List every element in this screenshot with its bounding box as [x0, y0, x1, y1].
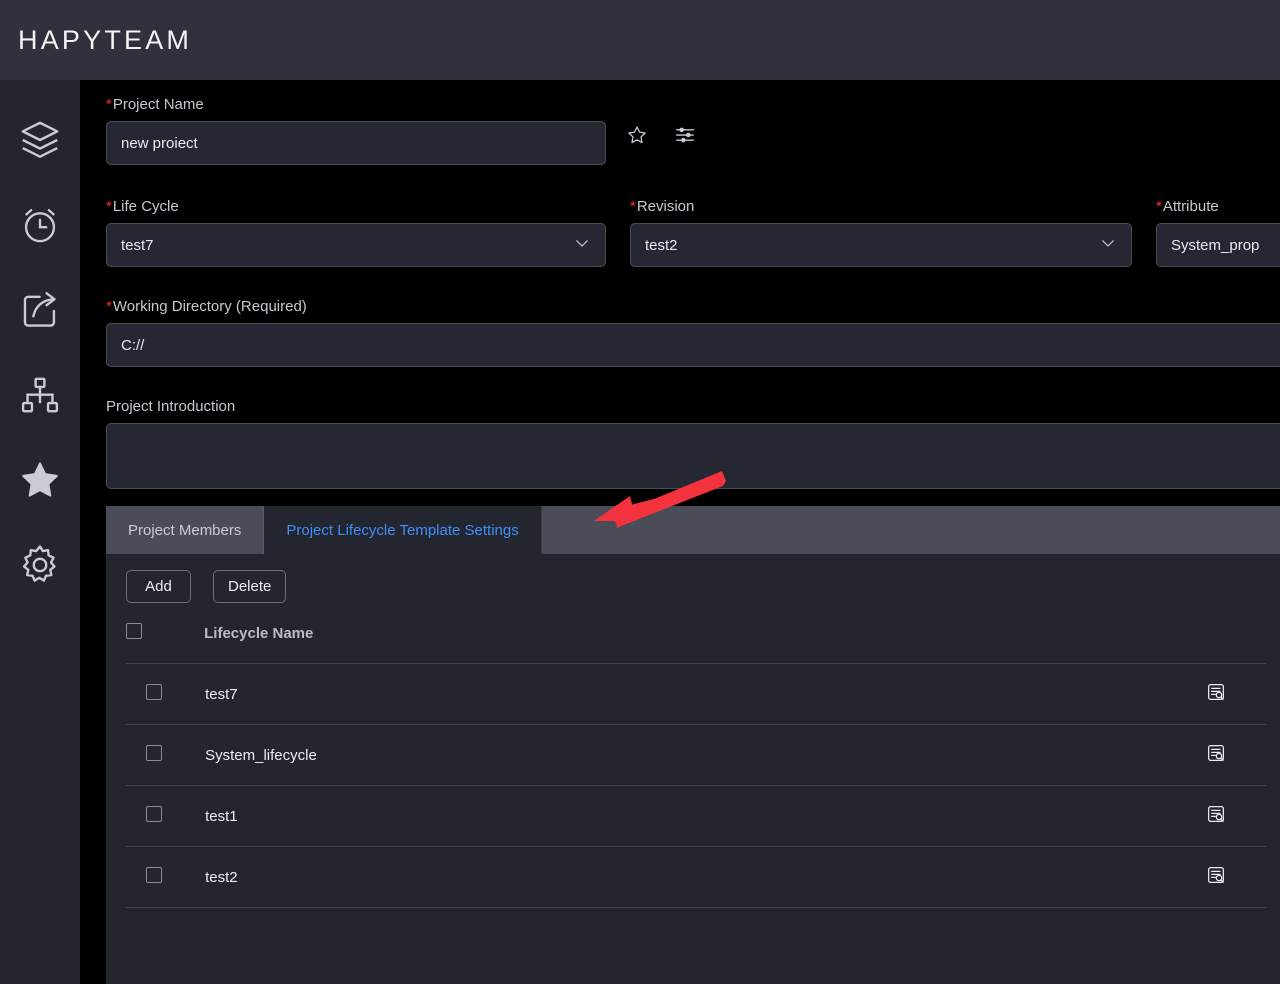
row-checkbox[interactable]: [146, 745, 162, 761]
cell-lifecycle-name: System_lifecycle: [204, 724, 1166, 786]
document-search-icon[interactable]: [1206, 804, 1226, 828]
row-checkbox[interactable]: [146, 684, 162, 700]
add-button[interactable]: Add: [126, 570, 191, 603]
project-introduction-textarea[interactable]: [106, 423, 1280, 489]
table-toolbar: Add Delete: [126, 570, 1260, 603]
sidebar-item-alarm[interactable]: [0, 182, 80, 267]
label-revision: *Revision: [630, 198, 1132, 216]
working-directory-value: C://: [121, 336, 145, 354]
gear-icon: [18, 543, 62, 587]
life-cycle-value: test7: [121, 236, 154, 254]
star-outline-icon[interactable]: [626, 124, 648, 151]
star-filled-icon: [17, 457, 63, 503]
cell-lifecycle-name: test1: [204, 785, 1166, 847]
select-all-checkbox[interactable]: [126, 623, 142, 639]
top-header-bar: HAPYTEAM: [0, 0, 1280, 80]
label-text: Attribute: [1162, 198, 1219, 215]
delete-button[interactable]: Delete: [213, 570, 287, 603]
app-root: HAPYTEAM *Project Name new proiect *Life…: [0, 0, 1280, 984]
row-actions-cell: [1165, 785, 1266, 847]
sidebar-item-share[interactable]: [0, 267, 80, 352]
label-working-directory: *Working Directory (Required): [106, 298, 1280, 316]
required-asterisk: *: [106, 298, 112, 315]
table-row[interactable]: System_lifecycle: [126, 724, 1266, 786]
row-actions-cell: [1165, 846, 1266, 908]
column-header-lifecycle-name: Lifecycle Name: [204, 623, 1166, 664]
required-asterisk: *: [106, 198, 112, 215]
document-search-icon[interactable]: [1206, 682, 1226, 706]
chevron-down-icon: [1099, 234, 1117, 256]
row-select-cell: [126, 724, 205, 786]
working-directory-input[interactable]: C://: [106, 323, 1280, 367]
row-actions-cell: [1165, 663, 1266, 725]
tab-strip: Project Members Project Lifecycle Templa…: [106, 506, 1280, 554]
label-attribute: *Attribute: [1156, 198, 1280, 216]
tab-panel-lifecycle-templates: Add Delete Lifecycle Name test7 System_l…: [106, 554, 1280, 984]
label-text: Revision: [636, 198, 695, 215]
revision-select[interactable]: test2: [630, 223, 1132, 267]
table-row[interactable]: test1: [126, 785, 1266, 847]
table-header: Lifecycle Name: [126, 623, 1266, 664]
row-select-cell: [126, 785, 205, 847]
label-project-introduction: Project Introduction: [106, 398, 236, 415]
required-asterisk: *: [630, 198, 636, 215]
row-select-cell: [126, 846, 205, 908]
project-name-actions: [626, 124, 696, 151]
main-content-panel: *Project Name new proiect *Life Cycle te…: [106, 80, 1280, 984]
tab-label: Project Members: [128, 521, 242, 539]
revision-value: test2: [645, 236, 678, 254]
field-group-attribute: *Attribute System_prop: [1156, 198, 1280, 267]
field-group-revision: *Revision test2: [630, 198, 1132, 267]
label-text: Working Directory (Required): [112, 298, 307, 315]
field-group-working-directory: *Working Directory (Required) C://: [106, 298, 1280, 367]
required-asterisk: *: [1156, 198, 1162, 215]
table-row[interactable]: test7: [126, 663, 1266, 725]
project-name-input[interactable]: new proiect: [106, 121, 606, 165]
required-asterisk: *: [106, 96, 112, 113]
column-header-actions: [1165, 623, 1266, 664]
chevron-down-icon: [573, 234, 591, 256]
left-icon-sidebar: [0, 80, 80, 984]
cell-lifecycle-name: test7: [204, 663, 1166, 725]
sidebar-item-favorites[interactable]: [0, 437, 80, 522]
row-actions-cell: [1165, 724, 1266, 786]
tab-project-members[interactable]: Project Members: [106, 506, 265, 554]
field-group-project-name: *Project Name new proiect: [106, 96, 1280, 165]
alarm-clock-icon: [18, 203, 62, 247]
life-cycle-select[interactable]: test7: [106, 223, 606, 267]
row-select-cell: [126, 663, 205, 725]
label-text: Project Name: [112, 96, 204, 113]
sitemap-icon: [18, 373, 62, 417]
sliders-icon[interactable]: [674, 124, 696, 151]
field-group-project-introduction: Project Introduction: [106, 398, 1280, 489]
table-body: test7 System_lifecycle test1 test2: [126, 663, 1266, 908]
cell-lifecycle-name: test2: [204, 846, 1166, 908]
label-text: Life Cycle: [112, 198, 179, 215]
sidebar-item-settings[interactable]: [0, 522, 80, 607]
table-header-row: Lifecycle Name: [126, 623, 1266, 664]
project-name-value: new proiect: [121, 134, 198, 152]
layers-icon: [18, 118, 62, 162]
sidebar-item-sitemap[interactable]: [0, 352, 80, 437]
table-row[interactable]: test2: [126, 846, 1266, 908]
tab-section: Project Members Project Lifecycle Templa…: [106, 506, 1280, 984]
lifecycle-table: Lifecycle Name test7 System_lifecycle te…: [126, 623, 1266, 908]
app-brand-title: HAPYTEAM: [18, 24, 193, 55]
attribute-select[interactable]: System_prop: [1156, 223, 1280, 267]
document-search-icon[interactable]: [1206, 865, 1226, 889]
row-checkbox[interactable]: [146, 867, 162, 883]
row-checkbox[interactable]: [146, 806, 162, 822]
sidebar-item-layers[interactable]: [0, 97, 80, 182]
tab-project-lifecycle-template-settings[interactable]: Project Lifecycle Template Settings: [264, 506, 542, 554]
attribute-value: System_prop: [1171, 236, 1260, 254]
field-group-life-cycle: *Life Cycle test7: [106, 198, 606, 267]
document-search-icon[interactable]: [1206, 743, 1226, 767]
label-life-cycle: *Life Cycle: [106, 198, 606, 216]
select-all-cell: [126, 623, 205, 664]
label-project-name: *Project Name: [106, 96, 1280, 114]
share-export-icon: [18, 288, 62, 332]
tab-label: Project Lifecycle Template Settings: [286, 521, 519, 539]
